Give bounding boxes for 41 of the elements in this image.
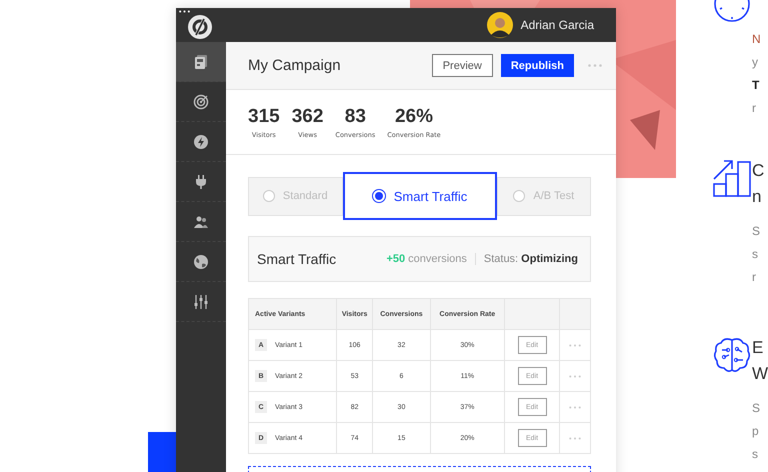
stat-value: 362 <box>292 106 324 128</box>
conversion-gain: +50 <box>386 253 406 265</box>
feature-heading: W <box>752 363 768 385</box>
feature-text: S <box>752 223 762 240</box>
target-icon <box>193 94 209 110</box>
brain-icon <box>712 335 752 375</box>
preview-button[interactable]: Preview <box>432 54 493 77</box>
conversion-label: conversions <box>408 253 467 265</box>
feature-heading: E <box>752 337 764 359</box>
people-icon <box>193 214 209 230</box>
user-name[interactable]: Adrian Garcia <box>520 18 594 32</box>
stat-value: 26% <box>394 106 433 128</box>
feature-text: y <box>752 54 759 71</box>
feature-heading: C <box>752 160 764 182</box>
logo-icon[interactable] <box>187 14 213 40</box>
bolt-icon <box>193 134 209 150</box>
window-dots-icon <box>179 10 190 13</box>
stat-value: 315 <box>248 106 280 128</box>
accent-block <box>148 432 176 472</box>
stat-value: 83 <box>344 106 366 128</box>
feature-text: r <box>752 269 757 286</box>
chart-icon <box>712 158 752 198</box>
feature-text: T <box>752 77 760 94</box>
feature-text: S <box>752 400 762 417</box>
plug-icon <box>193 174 209 190</box>
pages-icon <box>193 54 209 70</box>
feature-text: s <box>752 246 759 263</box>
sliders-icon <box>193 294 209 310</box>
summary-title: Smart Traffic <box>257 251 338 267</box>
status-text: Status: Optimizing <box>484 253 578 265</box>
feature-text: N <box>752 31 761 48</box>
avatar[interactable] <box>486 12 513 38</box>
feature-heading: n <box>752 186 762 208</box>
feature-text: p <box>752 423 760 440</box>
republish-button[interactable]: Republish <box>500 54 574 77</box>
feature-text: r <box>752 100 757 117</box>
mode-option[interactable]: Smart Traffic <box>342 172 496 220</box>
campaign-title: My Campaign <box>248 57 341 74</box>
sidebar-item[interactable] <box>176 42 226 82</box>
feature-text: s <box>752 446 759 463</box>
globe-icon <box>193 254 209 270</box>
